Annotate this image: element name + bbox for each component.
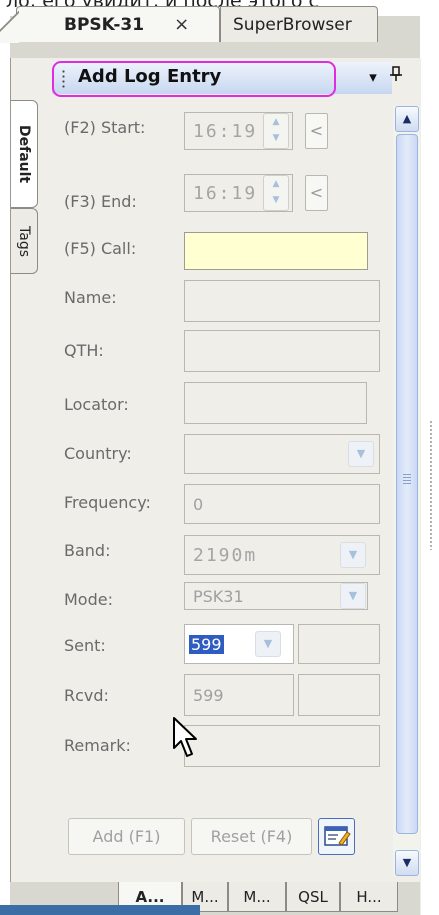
thumb-grip-icon [403,474,411,486]
start-label: (F2) Start: [64,118,146,137]
frequency-field[interactable]: 0 [184,484,380,524]
qth-field[interactable] [184,330,380,372]
close-icon[interactable]: × [174,14,189,35]
end-label: (F3) End: [64,192,137,211]
taskbar-edge [0,905,200,915]
side-tab-default[interactable]: Default [11,100,38,208]
name-field[interactable] [184,280,380,322]
remark-field[interactable] [184,725,380,767]
tab-bpsk31[interactable]: BPSK-31 × [0,6,220,43]
reset-button[interactable]: Reset (F4) [191,818,312,855]
end-spinner[interactable]: ▲ ▼ [263,175,289,211]
bottom-tab-m2[interactable]: M... [228,882,286,912]
tab-superbrowser[interactable]: SuperBrowser [220,6,378,42]
band-label: Band: [64,541,111,560]
rcvd-field[interactable]: 599 [184,674,294,716]
title-highlight [52,61,336,97]
end-now-button[interactable]: < [305,175,328,211]
chevron-down-icon[interactable]: ▼ [340,542,366,568]
side-tab-label: Default [16,124,32,184]
pin-icon-glyph [390,66,402,81]
tab-label: BPSK-31 [64,14,145,35]
qth-label: QTH: [64,341,104,360]
bottom-tab-qsl[interactable]: QSL [286,882,340,912]
locator-field[interactable] [184,382,367,424]
call-label: (F5) Call: [64,239,137,258]
mode-label: Mode: [64,590,113,609]
chevron-down-icon[interactable]: ▼ [348,441,374,467]
sent-extra-field[interactable] [298,624,380,664]
dropdown-arrow-icon[interactable]: ▾ [362,64,384,90]
rcvd-label: Rcvd: [64,686,109,705]
start-spinner[interactable]: ▲ ▼ [263,113,289,149]
edit-window-icon [324,826,351,846]
start-now-button[interactable]: < [305,113,328,149]
remark-label: Remark: [64,736,131,755]
call-field[interactable] [184,232,368,270]
tab-label: SuperBrowser [233,14,352,35]
locator-label: Locator: [64,395,129,414]
side-tab-tags[interactable]: Tags [11,208,38,274]
scroll-down-icon[interactable]: ▼ [395,850,419,876]
left-margin [0,16,10,915]
sent-selected-value: 599 [189,634,224,654]
add-button[interactable]: Add (F1) [68,818,185,855]
pin-icon[interactable] [385,64,407,90]
side-tab-label: Tags [16,225,32,257]
name-label: Name: [64,288,117,307]
frequency-label: Frequency: [64,493,151,512]
log-options-button[interactable] [318,818,355,855]
mouse-pointer-icon [173,717,197,757]
chevron-down-icon[interactable]: ▼ [340,583,366,609]
bottom-tab-h[interactable]: H... [340,882,398,912]
splitter-handle[interactable] [429,420,433,550]
scroll-up-icon[interactable]: ▲ [395,106,419,132]
rcvd-extra-field[interactable] [298,674,380,716]
chevron-down-icon[interactable]: ▼ [255,631,281,657]
country-label: Country: [64,444,132,463]
sent-label: Sent: [64,636,106,655]
